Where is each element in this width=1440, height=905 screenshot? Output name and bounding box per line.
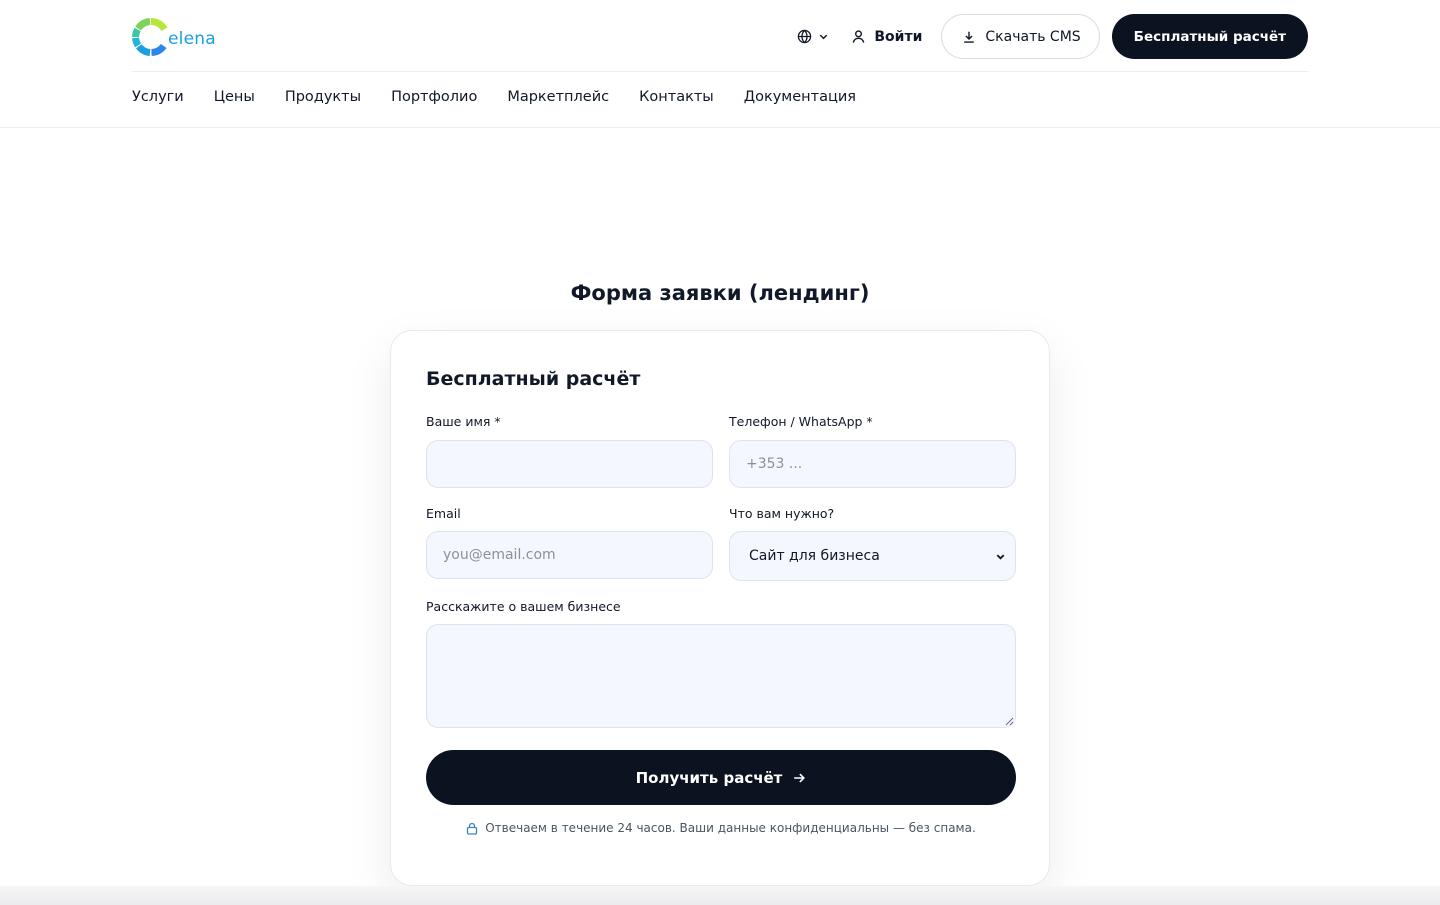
nav-item-docs[interactable]: Документация [744, 86, 856, 108]
logo-text: elena [168, 29, 216, 49]
lock-icon [467, 822, 478, 835]
free-estimate-button[interactable]: Бесплатный расчёт [1111, 14, 1308, 59]
header-divider [132, 71, 1308, 72]
login-button[interactable]: Войти [851, 29, 922, 45]
user-icon [853, 30, 865, 43]
need-label: Что вам нужно? [729, 506, 835, 521]
form-title: Бесплатный расчёт [426, 368, 641, 390]
phone-input[interactable] [729, 440, 1016, 488]
need-select-value: Сайт для бизнеса [749, 548, 880, 564]
resize-grip-icon[interactable] [1005, 717, 1014, 726]
name-input[interactable] [426, 440, 713, 488]
globe-icon [798, 29, 812, 44]
login-label: Войти [874, 28, 923, 45]
privacy-note-text: Отвечаем в течение 24 часов. Ваши данные… [485, 821, 976, 835]
email-label: Email [426, 506, 461, 521]
estimate-form-card: Бесплатный расчёт Ваше имя * Телефон / W… [390, 330, 1050, 886]
footer-edge [0, 886, 1440, 905]
language-switcher[interactable] [797, 29, 829, 44]
top-bar: elena Войти Скачать CMS Бесплатный расчё… [132, 14, 1308, 59]
site-header: elena Войти Скачать CMS Бесплатный расчё… [0, 0, 1440, 128]
nav-item-prices[interactable]: Цены [214, 86, 255, 108]
section-title: Форма заявки (лендинг) [570, 281, 870, 305]
about-textarea[interactable] [426, 624, 1016, 728]
email-input[interactable] [426, 531, 713, 579]
download-cms-label: Скачать CMS [985, 28, 1081, 45]
about-label: Расскажите о вашем бизнесе [426, 599, 621, 614]
need-select[interactable]: Сайт для бизнеса [729, 531, 1016, 581]
download-cms-button[interactable]: Скачать CMS [941, 14, 1100, 59]
nav-item-marketplace[interactable]: Маркетплейс [507, 86, 609, 108]
nav-item-contacts[interactable]: Контакты [639, 86, 714, 108]
name-label: Ваше имя * [426, 414, 501, 429]
chevron-down-icon [996, 553, 1005, 560]
main-nav: Услуги Цены Продукты Портфолио Маркетпле… [132, 86, 856, 108]
nav-item-products[interactable]: Продукты [285, 86, 361, 108]
submit-label: Получить расчёт [635, 768, 783, 787]
phone-label: Телефон / WhatsApp * [729, 414, 873, 429]
chevron-down-icon [820, 34, 828, 40]
privacy-note: Отвечаем в течение 24 часов. Ваши данные… [391, 821, 1051, 835]
header-actions: Войти Скачать CMS Бесплатный расчёт [797, 14, 1308, 59]
submit-button[interactable]: Получить расчёт [426, 750, 1016, 805]
arrow-right-icon [794, 773, 806, 782]
nav-item-portfolio[interactable]: Портфолио [391, 86, 477, 108]
download-icon [964, 31, 975, 43]
logo-ring-icon [132, 18, 168, 56]
logo[interactable]: elena [132, 18, 216, 56]
nav-item-services[interactable]: Услуги [132, 86, 184, 108]
